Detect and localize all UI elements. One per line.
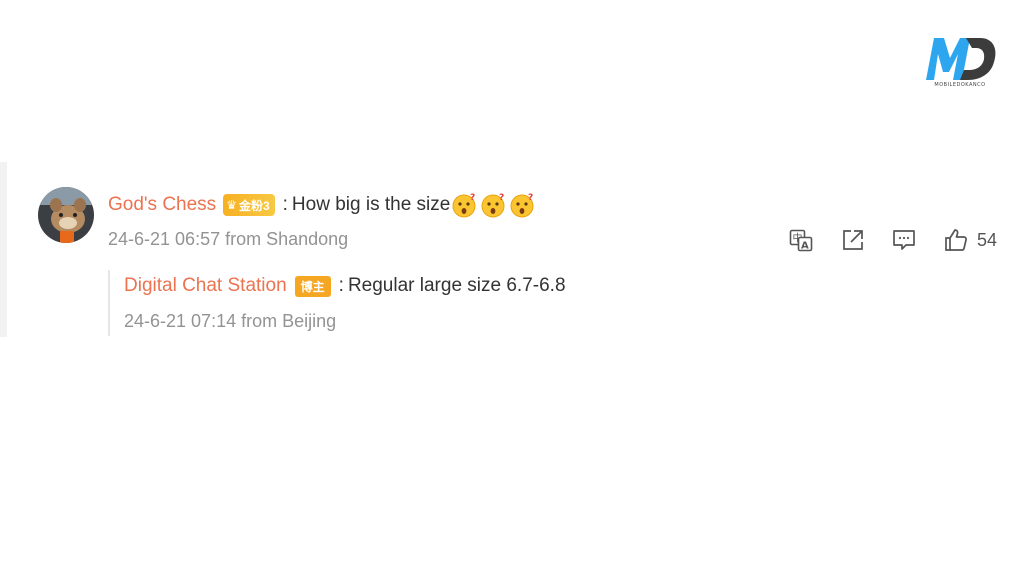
svg-text:?: ? <box>470 193 475 203</box>
like-count: 54 <box>977 229 998 250</box>
svg-text:?: ? <box>499 193 504 203</box>
svg-text:?: ? <box>528 193 533 203</box>
comment-icon <box>893 230 915 250</box>
comment-meta: 24-6-21 06:57 from Shandong <box>108 229 349 249</box>
surprised-emoji: ? <box>510 193 534 218</box>
comment-text: How big is the size <box>291 194 451 215</box>
reply-meta: 24-6-21 07:14 from Beijing <box>124 311 337 331</box>
surprised-emoji: ? <box>452 193 476 218</box>
translate-icon: 中 A <box>789 229 813 252</box>
brand-caption: MOBILEDOKANCO <box>934 82 986 88</box>
crown-heart-icon: ♛ <box>226 198 237 212</box>
host-badge: 博主 <box>294 275 331 297</box>
reply-line: Digital Chat Station 博主 : Regular large … <box>124 271 566 301</box>
reply-button[interactable] <box>891 226 917 254</box>
fan-badge[interactable]: ♛ 金粉3 <box>223 194 275 216</box>
left-border <box>0 162 7 337</box>
share-icon <box>843 230 863 250</box>
reply-username[interactable]: Digital Chat Station <box>124 275 287 297</box>
reply-separator: : <box>338 275 344 296</box>
thumbs-up-icon <box>945 229 967 251</box>
comment-line: God's Chess ♛ 金粉3 : How big is the size … <box>108 190 538 220</box>
reply-text: Regular large size 6.7-6.8 <box>347 275 566 296</box>
share-button[interactable] <box>840 226 866 254</box>
reply-divider <box>108 270 110 336</box>
avatar[interactable] <box>38 187 94 243</box>
fan-badge-label: 金粉3 <box>238 198 270 213</box>
emoji-row: ? ? ? <box>451 192 538 218</box>
surprised-emoji: ? <box>481 193 505 218</box>
translate-button[interactable]: 中 A <box>788 226 814 254</box>
comment-separator: : <box>282 194 288 215</box>
like-button[interactable]: 54 <box>943 226 997 254</box>
comment-username[interactable]: God's Chess <box>108 194 216 216</box>
svg-text:A: A <box>801 241 809 252</box>
